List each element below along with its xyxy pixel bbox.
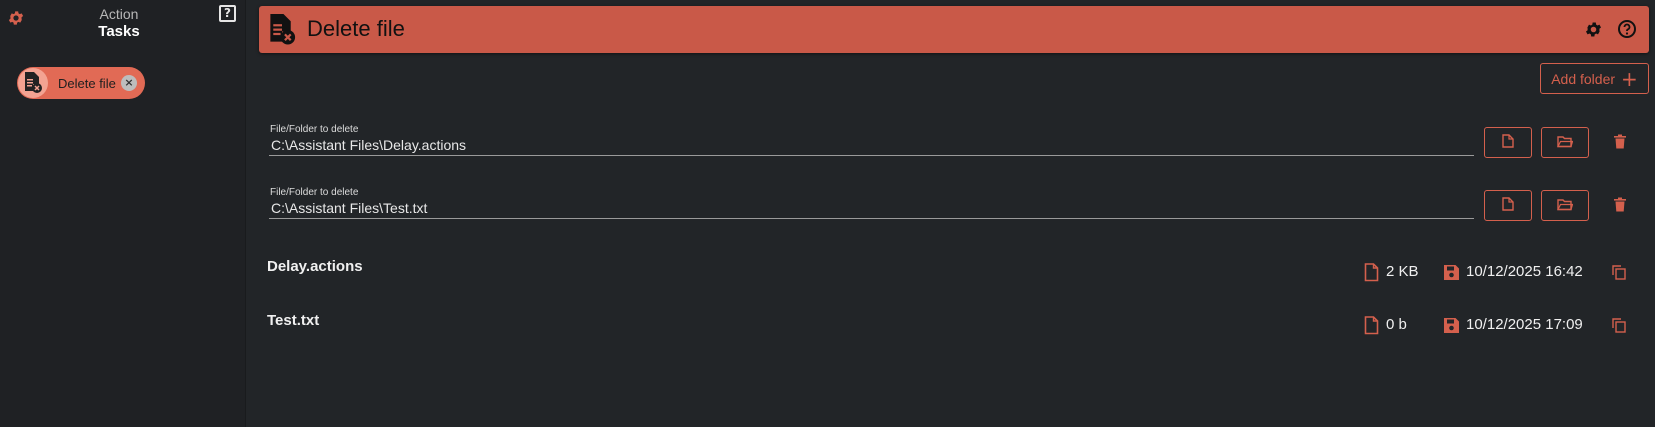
browse-folder-button[interactable] (1541, 127, 1589, 158)
path-field-value[interactable]: C:\Assistant Files\Test.txt (271, 200, 427, 216)
app-window: Action Tasks ? Delete file × Delete file… (0, 0, 1655, 427)
page-title: Delete file (307, 16, 405, 41)
file-modified: 10/12/2025 17:09 (1466, 316, 1583, 333)
help-icon[interactable] (1617, 19, 1637, 39)
file-icon (1364, 316, 1379, 340)
path-field-label: File/Folder to delete (270, 187, 359, 198)
add-folder-button[interactable]: Add folder + (1540, 63, 1649, 94)
close-icon[interactable]: × (121, 75, 137, 91)
gear-icon[interactable] (1584, 20, 1603, 39)
path-field[interactable]: File/Folder to delete C:\Assistant Files… (269, 124, 1474, 156)
action-header: Delete file (259, 6, 1649, 53)
file-icon (1502, 197, 1514, 214)
trash-icon[interactable] (1613, 197, 1627, 213)
file-modified: 10/12/2025 16:42 (1466, 263, 1583, 280)
file-name: Delay.actions (267, 258, 363, 275)
folder-open-icon (1557, 135, 1574, 151)
path-field[interactable]: File/Folder to delete C:\Assistant Files… (269, 187, 1474, 219)
copy-icon[interactable] (1612, 265, 1626, 285)
file-icon (1502, 134, 1514, 151)
path-field-value[interactable]: C:\Assistant Files\Delay.actions (271, 137, 466, 153)
copy-icon[interactable] (1612, 318, 1626, 338)
sidebar: Action Tasks ? Delete file × (0, 0, 246, 427)
delete-file-icon (18, 68, 48, 98)
help-icon[interactable]: ? (219, 5, 236, 22)
add-folder-label: Add folder (1551, 70, 1616, 87)
save-icon (1443, 317, 1460, 339)
browse-file-button[interactable] (1484, 190, 1532, 221)
file-name: Test.txt (267, 312, 320, 329)
task-chip-label: Delete file (58, 75, 116, 91)
delete-file-icon (268, 14, 296, 51)
file-size: 2 KB (1386, 263, 1419, 280)
save-icon (1443, 264, 1460, 286)
file-size: 0 b (1386, 316, 1407, 333)
file-icon (1364, 263, 1379, 287)
browse-folder-button[interactable] (1541, 190, 1589, 221)
sidebar-title-bottom: Tasks (98, 23, 140, 40)
task-chip-delete-file[interactable]: Delete file × (17, 67, 145, 99)
folder-open-icon (1557, 198, 1574, 214)
path-field-label: File/Folder to delete (270, 124, 359, 135)
gear-icon[interactable] (7, 9, 25, 27)
sidebar-title-top: Action (99, 6, 139, 22)
plus-icon: + (1621, 66, 1638, 91)
sidebar-title: Action Tasks (60, 5, 178, 41)
browse-file-button[interactable] (1484, 127, 1532, 158)
trash-icon[interactable] (1613, 134, 1627, 150)
